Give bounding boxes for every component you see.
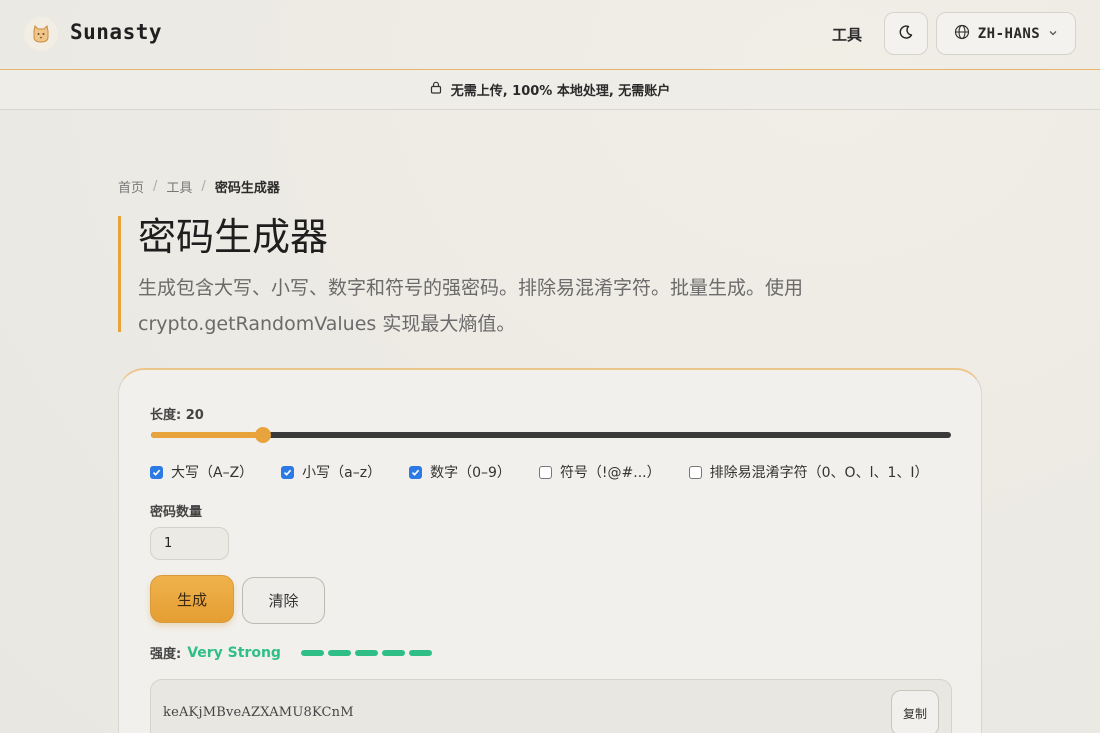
nav-tools-link[interactable]: 工具 — [832, 24, 862, 45]
moon-icon — [898, 24, 914, 44]
chevron-down-icon — [1048, 26, 1058, 42]
banner-text: 无需上传, 100% 本地处理, 无需账户 — [450, 84, 671, 99]
privacy-banner: 无需上传, 100% 本地处理, 无需账户 — [0, 69, 1100, 110]
password-text[interactable]: keAKjMBveAZXAMU8KCnM — [163, 705, 354, 720]
length-slider[interactable] — [151, 427, 951, 443]
lock-icon — [430, 81, 442, 98]
breadcrumb-current: 密码生成器 — [214, 181, 280, 196]
generate-button[interactable]: 生成 — [150, 575, 234, 623]
copy-button[interactable]: 复制 — [891, 690, 939, 733]
checkbox-checked[interactable] — [150, 465, 163, 479]
language-select[interactable]: ZH-HANS — [936, 12, 1076, 55]
clear-button[interactable]: 清除 — [242, 577, 325, 624]
option-label: 大写（A–Z） — [171, 465, 254, 481]
checkbox-checked[interactable] — [409, 465, 423, 479]
password-output: keAKjMBveAZXAMU8KCnM 复制 — [150, 679, 952, 733]
title-block: 密码生成器 生成包含大写、小写、数字和符号的强密码。排除易混淆字符。批量生成。使… — [118, 215, 898, 335]
strength-bar — [354, 649, 378, 656]
breadcrumb-separator: / — [153, 179, 158, 194]
page-title: 密码生成器 — [138, 215, 329, 259]
strength-value: Very Strong — [187, 644, 281, 661]
count-label: 密码数量 — [150, 505, 203, 520]
breadcrumb-tools[interactable]: 工具 — [166, 177, 192, 196]
option-label: 小写（a–z） — [302, 465, 382, 481]
option-2[interactable]: 数字（0–9） — [409, 462, 511, 482]
brand-name[interactable]: Sunasty — [70, 20, 162, 44]
strength-bars — [300, 649, 432, 656]
breadcrumb-home[interactable]: 首页 — [118, 177, 144, 196]
breadcrumb-separator: / — [201, 179, 206, 194]
strength-bar — [327, 649, 351, 656]
length-label: 长度: 20 — [150, 408, 204, 423]
count-input[interactable] — [150, 527, 229, 560]
strength-bar — [408, 649, 432, 656]
option-label: 排除易混淆字符（0、O、l、1、I） — [709, 465, 929, 481]
page-description: 生成包含大写、小写、数字和符号的强密码。排除易混淆字符。批量生成。使用 cryp… — [138, 277, 804, 335]
length-slider-fill — [151, 432, 263, 438]
option-0[interactable]: 大写（A–Z） — [150, 462, 253, 482]
globe-icon — [954, 24, 970, 44]
cat-logo-icon[interactable] — [24, 17, 58, 51]
option-3[interactable]: 符号（!@#...） — [538, 462, 661, 482]
language-label: ZH-HANS — [977, 25, 1041, 42]
option-label: 符号（!@#...） — [559, 465, 661, 481]
strength-bar — [300, 649, 324, 656]
strength-meter: 强度: Very Strong — [150, 643, 432, 662]
breadcrumb: 首页 / 工具 / 密码生成器 — [118, 177, 280, 196]
theme-toggle-button[interactable] — [884, 12, 928, 55]
length-slider-thumb[interactable] — [255, 427, 271, 443]
option-1[interactable]: 小写（a–z） — [281, 462, 381, 482]
strength-bar — [381, 649, 405, 656]
checkbox-unchecked[interactable] — [538, 465, 552, 479]
checkbox-unchecked[interactable] — [688, 465, 702, 479]
checkbox-checked[interactable] — [281, 465, 295, 479]
generator-card: 长度: 20 大写（A–Z） 小写（a–z） 数字（0–9） 符号（!@#...） 排除… — [118, 368, 982, 733]
option-label: 数字（0–9） — [430, 465, 511, 481]
header: Sunasty 工具 ZH-HANS — [0, 0, 1100, 69]
character-options: 大写（A–Z） 小写（a–z） 数字（0–9） 符号（!@#...） 排除易混淆字符（0… — [150, 462, 957, 482]
option-4[interactable]: 排除易混淆字符（0、O、l、1、I） — [688, 462, 929, 482]
strength-label: 强度: — [150, 647, 182, 662]
